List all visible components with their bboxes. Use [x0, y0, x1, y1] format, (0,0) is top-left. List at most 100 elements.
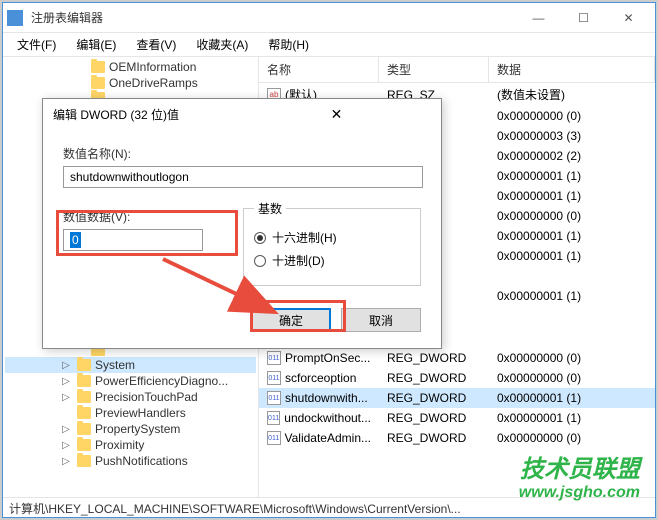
list-row[interactable]: undockwithout...REG_DWORD0x00000001 (1)	[259, 408, 655, 428]
folder-icon	[91, 77, 105, 89]
list-row[interactable]: PromptOnSec...REG_DWORD0x00000000 (0)	[259, 348, 655, 368]
cell-type: REG_DWORD	[379, 389, 489, 407]
close-button[interactable]: ✕	[606, 4, 651, 32]
value-data-input[interactable]: 0	[63, 229, 203, 251]
cell-name: PromptOnSec...	[259, 349, 379, 367]
cell-type: REG_DWORD	[379, 409, 489, 427]
list-row[interactable]: ValidateAdmin...REG_DWORD0x00000000 (0)	[259, 428, 655, 448]
tree-label: OneDriveRamps	[109, 76, 198, 90]
cell-data	[489, 313, 655, 317]
tree-item[interactable]: ▷ PowerEfficiencyDiagno...	[5, 373, 256, 389]
ok-button[interactable]: 确定	[251, 308, 331, 332]
tree-item[interactable]: OneDriveRamps	[5, 75, 256, 91]
cell-data: 0x00000001 (1)	[489, 247, 655, 265]
expand-icon[interactable]: ▷	[59, 376, 73, 387]
expand-icon[interactable]: ▷	[59, 440, 73, 451]
tree-item[interactable]: ▷ PushNotifications	[5, 453, 256, 469]
dialog-close-button[interactable]: ✕	[242, 106, 431, 123]
tree-label: System	[95, 358, 135, 372]
cell-data	[489, 307, 655, 311]
tree-label: PowerEfficiencyDiagno...	[95, 374, 228, 388]
value-name-label: 数值名称(N):	[63, 145, 421, 162]
radio-dec-icon	[254, 255, 266, 267]
cell-name: undockwithout...	[259, 409, 379, 427]
tree-label: PropertySystem	[95, 422, 180, 436]
menu-edit[interactable]: 编辑(E)	[66, 33, 126, 56]
expand-icon[interactable]: ▷	[59, 424, 73, 435]
statusbar: 计算机\HKEY_LOCAL_MACHINE\SOFTWARE\Microsof…	[3, 497, 655, 517]
reg-value-icon	[267, 371, 281, 385]
menubar: 文件(F) 编辑(E) 查看(V) 收藏夹(A) 帮助(H)	[3, 33, 655, 57]
radio-hex[interactable]: 十六进制(H)	[254, 229, 410, 246]
cell-data: 0x00000003 (3)	[489, 127, 655, 145]
cell-name: shutdownwith...	[259, 389, 379, 407]
cell-name: scforceoption	[259, 369, 379, 387]
cell-data: 0x00000000 (0)	[489, 429, 655, 447]
value-name-input[interactable]	[63, 166, 423, 188]
cell-data: (数值未设置)	[489, 84, 655, 105]
window-title: 注册表编辑器	[31, 9, 516, 26]
titlebar: 注册表编辑器 — ☐ ✕	[3, 3, 655, 33]
cell-data: 0x00000001 (1)	[489, 389, 655, 407]
cell-data	[489, 274, 655, 278]
list-row[interactable]: shutdownwith...REG_DWORD0x00000001 (1)	[259, 388, 655, 408]
folder-icon	[77, 391, 91, 403]
tree-item[interactable]: ▷ System	[5, 357, 256, 373]
folder-icon	[91, 61, 105, 73]
tree-item[interactable]: ▷ PropertySystem	[5, 421, 256, 437]
minimize-button[interactable]: —	[516, 4, 561, 32]
tree-item[interactable]: ▷ Proximity	[5, 437, 256, 453]
window-buttons: — ☐ ✕	[516, 4, 651, 32]
radix-legend: 基数	[254, 200, 286, 217]
tree-label: OEMInformation	[109, 60, 196, 74]
tree-label: PreviewHandlers	[95, 406, 186, 420]
value-data-label: 数值数据(V):	[63, 208, 243, 225]
cell-name: ValidateAdmin...	[259, 429, 379, 447]
list-header: 名称 类型 数据	[259, 57, 655, 83]
col-header-type[interactable]: 类型	[379, 57, 489, 82]
cell-data	[489, 325, 655, 329]
folder-icon	[77, 375, 91, 387]
col-header-name[interactable]: 名称	[259, 57, 379, 82]
dialog-title: 编辑 DWORD (32 位)值	[53, 106, 242, 123]
tree-item[interactable]: ▷PrecisionTouchPad	[5, 389, 256, 405]
expand-icon[interactable]: ▷	[59, 456, 73, 467]
cell-data: 0x00000000 (0)	[489, 369, 655, 387]
cell-data: 0x00000001 (1)	[489, 227, 655, 245]
tree-label: Proximity	[95, 438, 144, 452]
maximize-button[interactable]: ☐	[561, 4, 606, 32]
reg-value-icon	[267, 431, 281, 445]
cell-data: 0x00000001 (1)	[489, 167, 655, 185]
tree-item[interactable]: PreviewHandlers	[5, 405, 256, 421]
dialog-body: 数值名称(N): 数值数据(V): 0 基数 十六进制(H) 十进制(D)	[43, 129, 441, 348]
list-row[interactable]: scforceoptionREG_DWORD0x00000000 (0)	[259, 368, 655, 388]
menu-favorites[interactable]: 收藏夹(A)	[186, 33, 258, 56]
cell-data: 0x00000002 (2)	[489, 147, 655, 165]
folder-icon	[77, 439, 91, 451]
menu-file[interactable]: 文件(F)	[7, 33, 66, 56]
cell-type: REG_DWORD	[379, 429, 489, 447]
expand-icon[interactable]: ▷	[59, 392, 73, 403]
cell-type: REG_DWORD	[379, 349, 489, 367]
menu-help[interactable]: 帮助(H)	[258, 33, 319, 56]
folder-icon	[77, 407, 91, 419]
folder-icon	[77, 423, 91, 435]
cell-type: REG_DWORD	[379, 369, 489, 387]
radix-group: 基数 十六进制(H) 十进制(D)	[243, 200, 421, 286]
cell-data	[489, 331, 655, 335]
app-icon	[7, 10, 23, 26]
cell-data: 0x00000001 (1)	[489, 409, 655, 427]
reg-value-icon	[267, 351, 281, 365]
expand-icon[interactable]: ▷	[59, 360, 73, 371]
tree-item[interactable]: OEMInformation	[5, 59, 256, 75]
cancel-button[interactable]: 取消	[341, 308, 421, 332]
tree-label: PushNotifications	[95, 454, 188, 468]
reg-value-icon	[267, 411, 280, 425]
radio-hex-icon	[254, 232, 266, 244]
radio-hex-label: 十六进制(H)	[272, 229, 337, 246]
radio-dec[interactable]: 十进制(D)	[254, 252, 410, 269]
cell-data: 0x00000000 (0)	[489, 107, 655, 125]
col-header-data[interactable]: 数据	[489, 57, 655, 82]
menu-view[interactable]: 查看(V)	[126, 33, 186, 56]
dialog-titlebar: 编辑 DWORD (32 位)值 ✕	[43, 99, 441, 129]
